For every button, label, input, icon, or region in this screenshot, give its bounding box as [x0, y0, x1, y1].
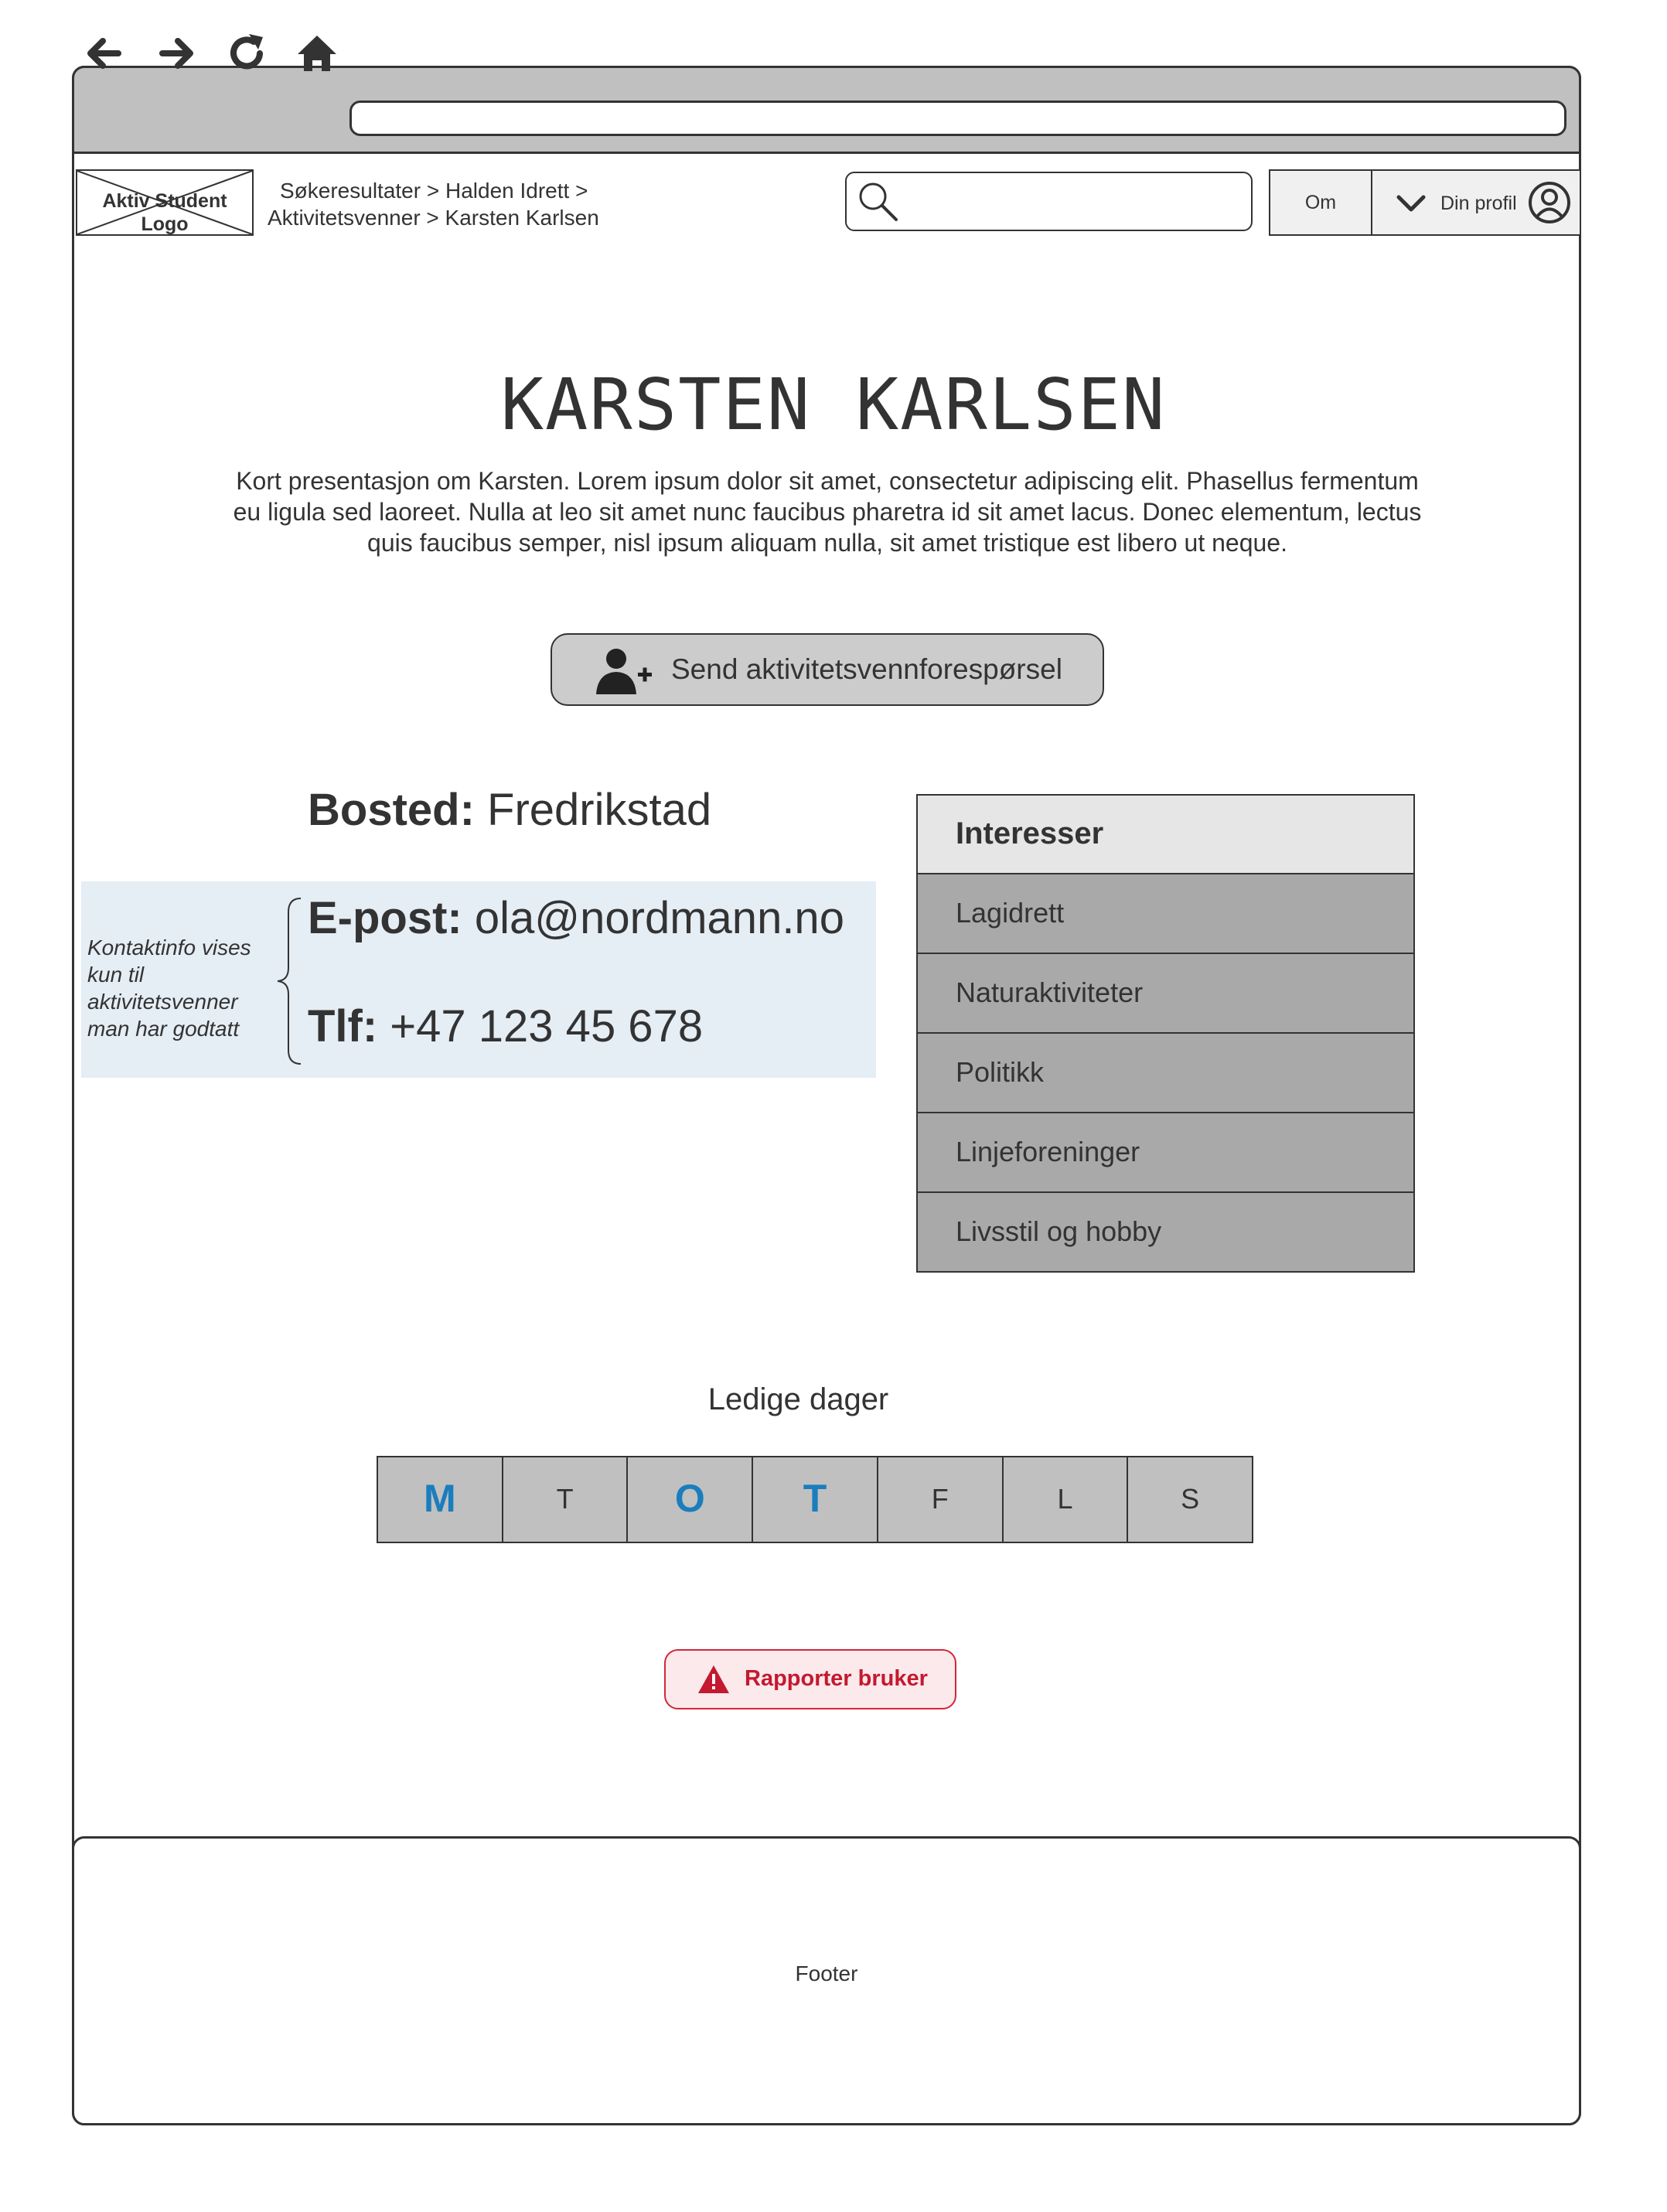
user-avatar-icon	[1529, 182, 1570, 223]
page-title: KARSTEN KARLSEN	[500, 363, 1167, 446]
reload-icon[interactable]	[224, 31, 269, 76]
breadcrumb-line-1[interactable]: Søkeresultater > Halden Idrett >	[280, 179, 588, 203]
day-cell: S	[1127, 1456, 1254, 1543]
phone-label: Tlf:	[308, 1001, 378, 1051]
bosted-value: Fredrikstad	[487, 785, 712, 835]
email-field: E-post: ola@nordmann.no	[308, 891, 844, 946]
curly-brace	[277, 898, 302, 1065]
send-friend-request-label: Send aktivitetsvennforespørsel	[671, 653, 1062, 685]
url-bar[interactable]	[349, 101, 1566, 136]
interest-item[interactable]: Linjeforeninger	[916, 1113, 1415, 1193]
nav-om[interactable]: Om	[1269, 169, 1372, 236]
interest-item[interactable]: Lagidrett	[916, 874, 1415, 954]
day-cell: T	[752, 1456, 878, 1543]
phone-value[interactable]: +47 123 45 678	[390, 1001, 703, 1051]
bosted-field: Bosted: Fredrikstad	[308, 783, 711, 837]
interests-list: Interesser Lagidrett Naturaktiviteter Po…	[916, 794, 1415, 1273]
phone-field: Tlf: +47 123 45 678	[308, 1000, 703, 1054]
available-days-row: M T O T F L S	[377, 1456, 1254, 1543]
interest-item[interactable]: Naturaktiviteter	[916, 954, 1415, 1034]
nav-profile-menu[interactable]: Din profil	[1371, 169, 1581, 236]
contact-visibility-note: Kontaktinfo vises kun til aktivitetsvenn…	[87, 936, 251, 1041]
interest-item[interactable]: Livsstil og hobby	[916, 1193, 1415, 1273]
logo-text: Aktiv Student Logo	[102, 190, 227, 235]
day-cell: L	[1001, 1456, 1129, 1543]
send-friend-request-button[interactable]: Send aktivitetsvennforespørsel	[551, 633, 1104, 706]
arrow-left-icon[interactable]	[81, 31, 126, 76]
day-cell: F	[876, 1456, 1004, 1543]
footer-label: Footer	[795, 1961, 858, 1985]
add-user-icon	[596, 649, 652, 694]
breadcrumb-line-2[interactable]: Aktivitetsvenner > Karsten Karlsen	[268, 206, 599, 230]
search-icon	[859, 182, 898, 221]
profile-intro: Kort presentasjon om Karsten. Lorem ipsu…	[233, 467, 1422, 557]
day-cell: T	[501, 1456, 629, 1543]
chevron-down-icon	[1396, 195, 1426, 212]
interest-item[interactable]: Politikk	[916, 1034, 1415, 1113]
report-user-button[interactable]: Rapporter bruker	[664, 1649, 956, 1709]
report-user-label: Rapporter bruker	[745, 1666, 928, 1691]
bosted-label: Bosted:	[308, 785, 475, 835]
warning-icon	[698, 1665, 729, 1693]
interests-header: Interesser	[916, 794, 1415, 874]
home-icon[interactable]	[295, 31, 339, 76]
arrow-right-icon[interactable]	[155, 31, 199, 76]
nav-profile-label: Din profil	[1440, 193, 1517, 214]
available-days-title: Ledige dager	[707, 1382, 889, 1416]
logo[interactable]: Aktiv Student Logo	[76, 169, 254, 236]
email-label: E-post:	[308, 893, 462, 943]
email-value[interactable]: ola@nordmann.no	[475, 893, 844, 943]
search-input[interactable]	[845, 172, 1253, 231]
day-cell: M	[377, 1456, 503, 1543]
day-cell: O	[626, 1456, 754, 1543]
footer: Footer	[72, 1836, 1581, 2125]
